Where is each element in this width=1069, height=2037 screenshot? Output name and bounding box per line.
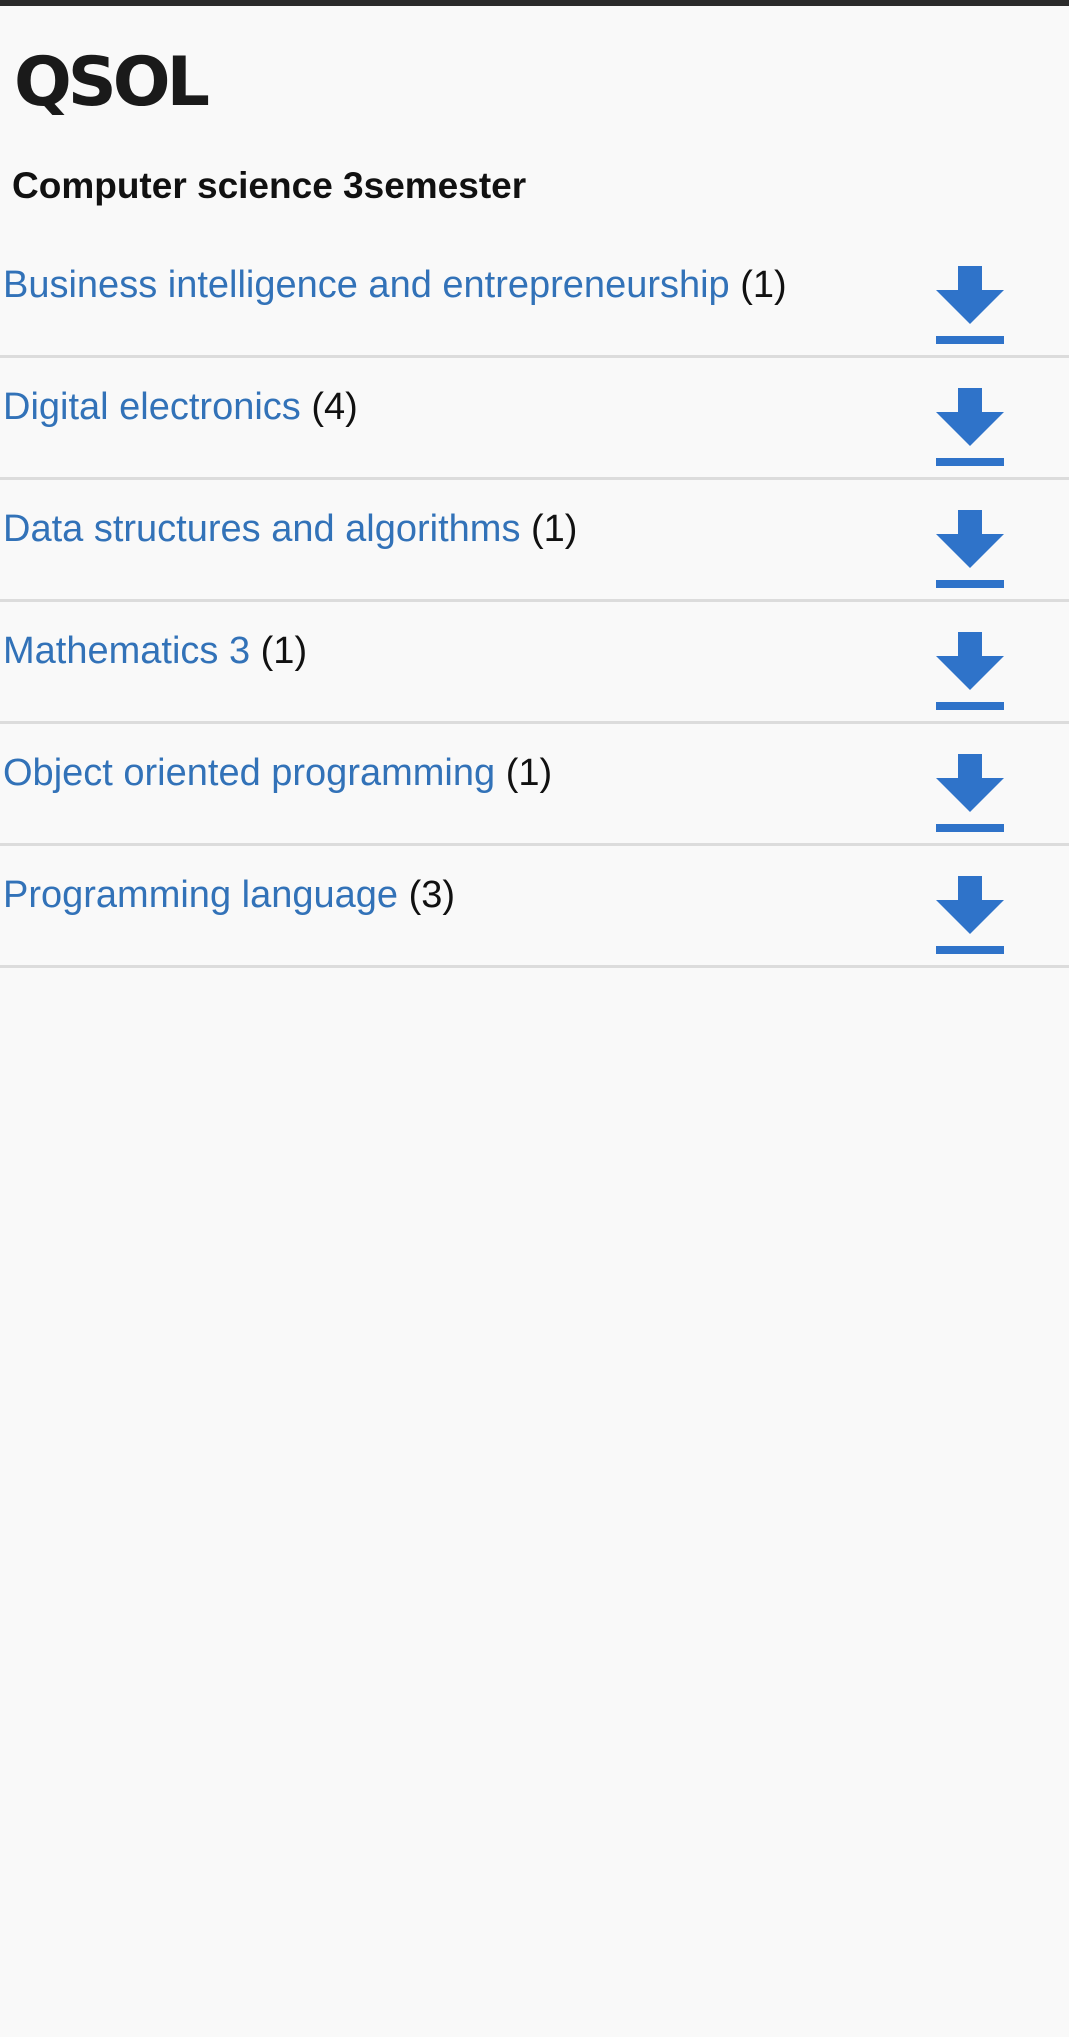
file-count: (1)	[260, 630, 308, 672]
subject-row: Data structures and algorithms (1)	[0, 480, 1069, 602]
subject-row: Business intelligence and entrepreneursh…	[0, 236, 1069, 358]
top-bar	[0, 0, 1069, 6]
file-count: (1)	[505, 752, 553, 794]
subject-text: Data structures and algorithms (1)	[3, 506, 577, 552]
subject-list: Business intelligence and entrepreneursh…	[0, 236, 1069, 968]
file-count: (3)	[408, 874, 456, 916]
subject-row: Object oriented programming (1)	[0, 724, 1069, 846]
download-icon[interactable]	[936, 754, 1004, 832]
subject-link[interactable]: Digital electronics	[3, 386, 301, 428]
file-count: (1)	[531, 508, 578, 550]
subject-text: Business intelligence and entrepreneursh…	[3, 262, 787, 308]
file-count: (4)	[311, 386, 358, 428]
download-icon[interactable]	[936, 266, 1004, 344]
subject-row: Mathematics 3 (1)	[0, 602, 1069, 724]
subject-text: Digital electronics (4)	[3, 384, 358, 430]
subject-link[interactable]: Data structures and algorithms	[3, 508, 520, 550]
subject-link[interactable]: Programming language	[3, 874, 398, 916]
download-icon[interactable]	[936, 876, 1004, 954]
file-count: (1)	[740, 264, 787, 306]
subject-row: Programming language (3)	[0, 846, 1069, 968]
download-icon[interactable]	[936, 510, 1004, 588]
download-icon[interactable]	[936, 388, 1004, 466]
subject-text: Mathematics 3 (1)	[3, 628, 307, 674]
subject-link[interactable]: Mathematics 3	[3, 630, 250, 672]
download-icon[interactable]	[936, 632, 1004, 710]
subject-link[interactable]: Business intelligence and entrepreneursh…	[3, 264, 730, 306]
page-title: Computer science 3semester	[12, 165, 527, 206]
subject-link[interactable]: Object oriented programming	[3, 752, 495, 794]
subject-text: Programming language (3)	[3, 872, 455, 918]
site-logo[interactable]: QSOL	[14, 49, 1069, 117]
subject-row: Digital electronics (4)	[0, 358, 1069, 480]
subject-text: Object oriented programming (1)	[3, 750, 552, 796]
